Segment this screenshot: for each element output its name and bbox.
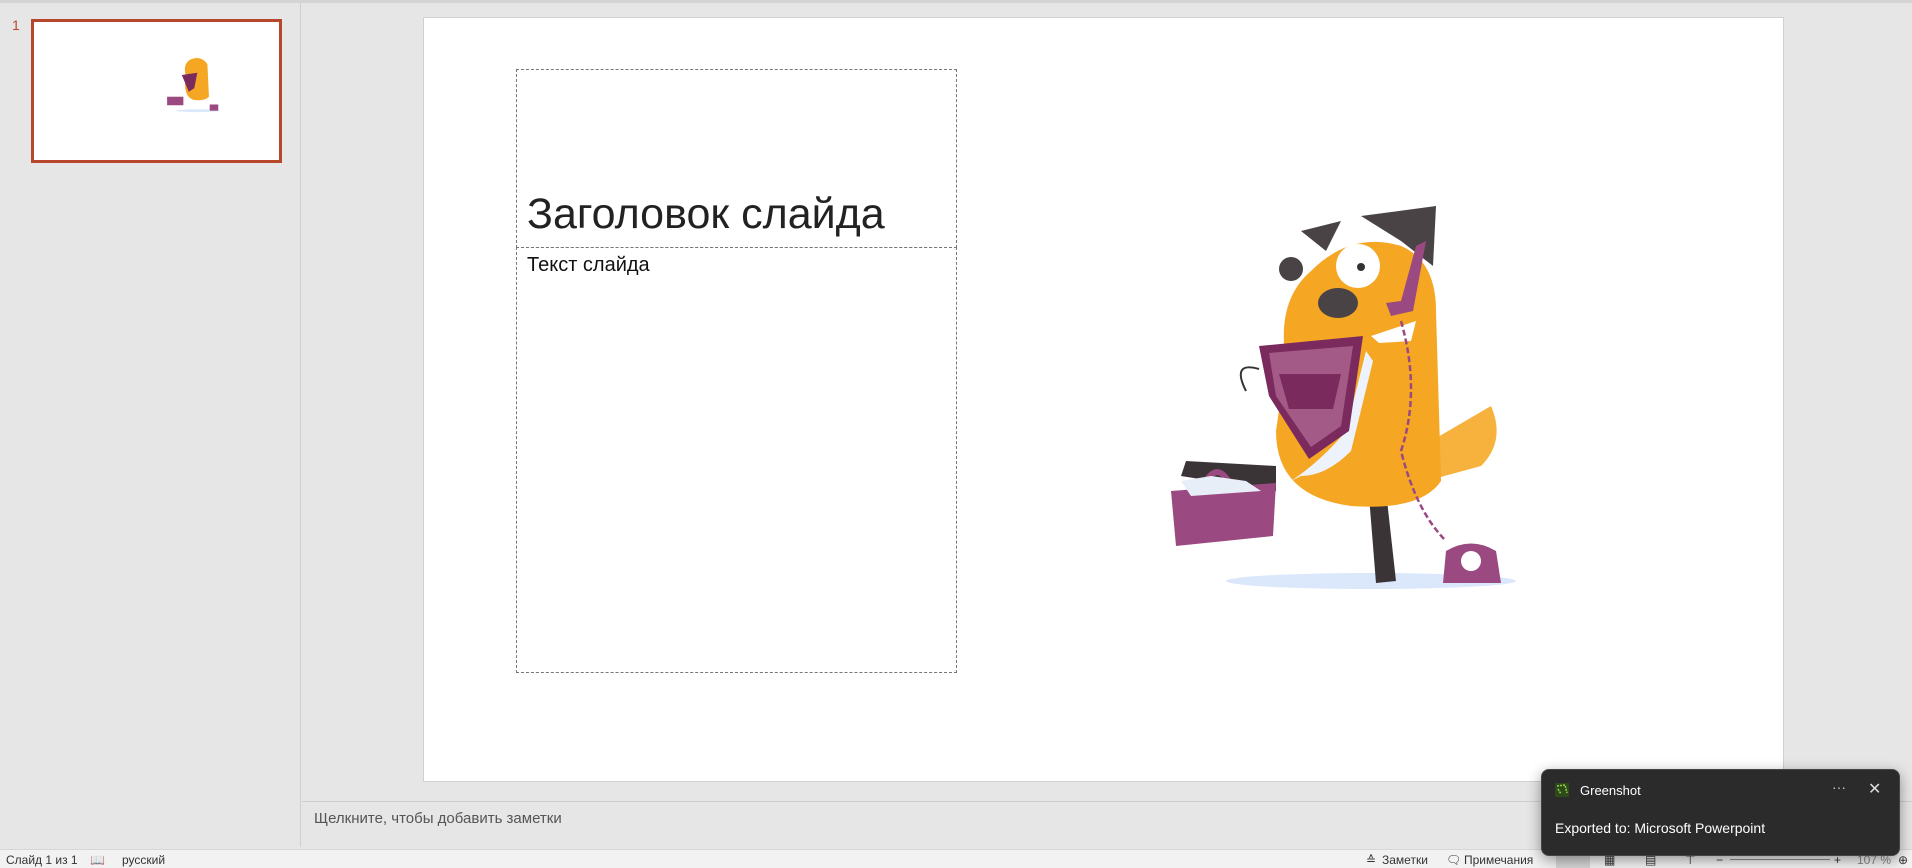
- close-icon[interactable]: ✕: [1868, 779, 1881, 799]
- thumbnail-dog-illustration: [167, 57, 220, 113]
- fit-slide-icon[interactable]: ⊕: [1898, 853, 1908, 867]
- slide-title[interactable]: Заголовок слайда: [527, 190, 885, 239]
- more-options-button[interactable]: ···: [1832, 779, 1846, 795]
- slide-canvas[interactable]: Заголовок слайда Текст слайда: [423, 17, 1784, 782]
- dog-illustration[interactable]: [1151, 191, 1551, 601]
- title-placeholder[interactable]: Заголовок слайда: [516, 69, 957, 248]
- slide-thumbnail-1[interactable]: [31, 19, 282, 163]
- greenshot-notification[interactable]: Greenshot ··· ✕ Exported to: Microsoft P…: [1541, 769, 1900, 856]
- notification-message: Exported to: Microsoft Powerpoint: [1555, 820, 1766, 836]
- comments-button[interactable]: Примечания: [1464, 853, 1533, 867]
- notification-app-name: Greenshot: [1580, 783, 1641, 798]
- comments-icon[interactable]: 🗨: [1446, 853, 1461, 867]
- notes-placeholder[interactable]: Щелкните, чтобы добавить заметки: [314, 810, 562, 827]
- language[interactable]: русский: [122, 853, 165, 867]
- greenshot-logo-icon: [1555, 783, 1569, 797]
- slide-thumbnail-pane[interactable]: 1: [0, 3, 301, 847]
- spellcheck-icon[interactable]: 📖: [90, 853, 105, 867]
- notes-button[interactable]: Заметки: [1382, 853, 1428, 867]
- notes-icon[interactable]: ≙: [1366, 853, 1376, 867]
- zoom-slider[interactable]: [1730, 859, 1830, 860]
- body-placeholder[interactable]: Текст слайда: [516, 247, 957, 673]
- slide-body-text[interactable]: Текст слайда: [527, 254, 650, 277]
- thumbnail-number: 1: [12, 17, 20, 33]
- slide-count: Слайд 1 из 1: [6, 853, 78, 867]
